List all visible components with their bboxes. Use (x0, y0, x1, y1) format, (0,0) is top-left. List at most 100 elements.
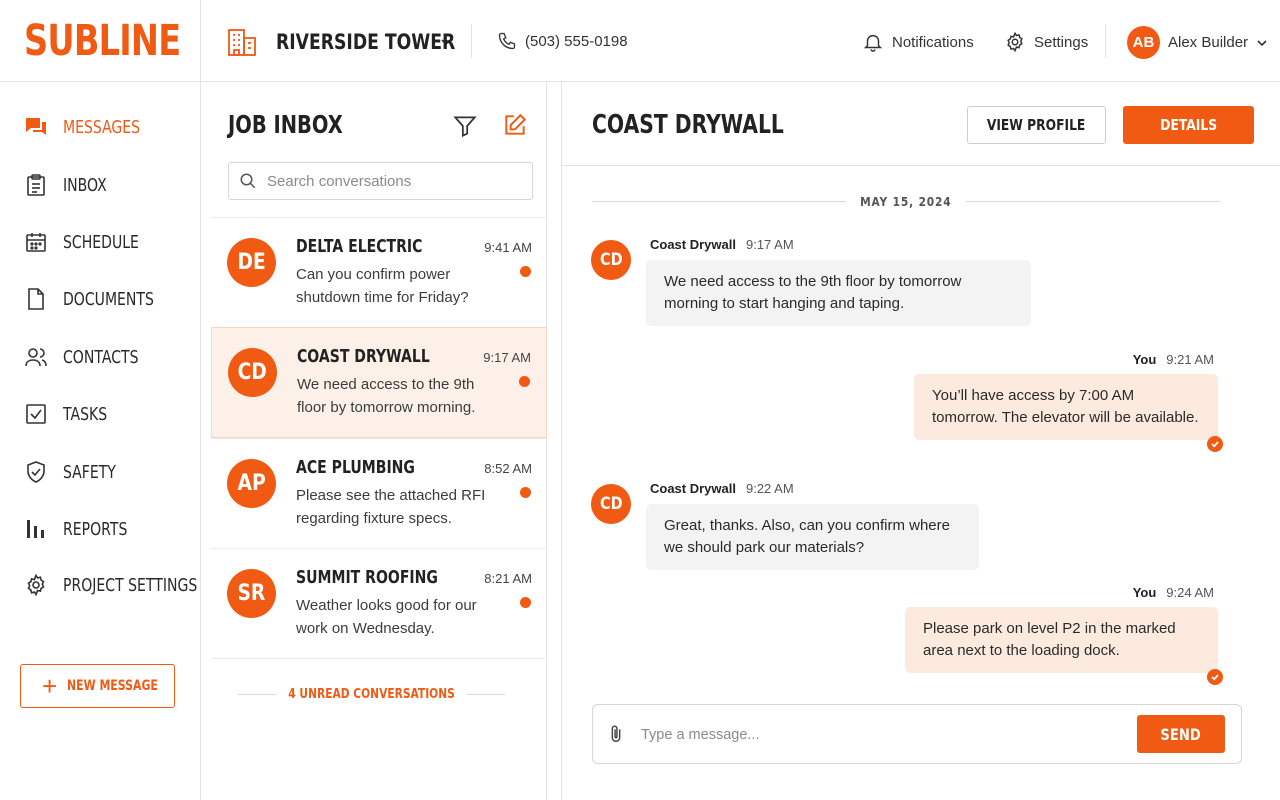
chat-header: COAST DRYWALL VIEW PROFILE DETAILS (562, 82, 1280, 166)
sidebar-item-documents[interactable]: Documents (24, 284, 180, 314)
view-profile-button[interactable]: VIEW PROFILE (967, 106, 1106, 144)
chat-bubbles-icon (26, 118, 46, 135)
conversation-time: 9:17 AM (483, 350, 531, 365)
bell-icon (863, 34, 883, 52)
notifications-button[interactable]: Notifications (862, 31, 974, 53)
unread-dot (520, 487, 531, 498)
unread-dot (520, 266, 531, 277)
sidebar-item-label: Contacts (63, 346, 139, 368)
search-input[interactable] (267, 172, 517, 190)
clipboard-icon (27, 174, 45, 196)
avatar: CD (228, 348, 277, 397)
checkbox-icon (26, 404, 46, 424)
gear-icon (1007, 31, 1023, 53)
message-input[interactable] (641, 723, 1121, 747)
conversation-name: COAST DRYWALL (297, 346, 430, 367)
conversation-item-active[interactable]: CD COAST DRYWALL 9:17 AM We need access … (211, 327, 547, 438)
conversation-preview: Please see the attached RFI regarding fi… (296, 487, 486, 527)
message-meta: Coast Drywall 9:22 AM (650, 481, 794, 496)
sidebar-item-messages[interactable]: Messages (24, 112, 162, 142)
read-check-icon (1207, 436, 1223, 452)
top-bar: SUBLINE RIVERSIDE TOWER (503) 555-0198 N… (0, 0, 1280, 82)
conversation-item[interactable]: AP ACE PLUMBING 8:52 AM Please see the a… (211, 438, 547, 549)
sidebar-item-label: Project Settings (63, 574, 198, 596)
search-icon (240, 173, 256, 189)
unread-dot (519, 376, 530, 387)
user-name: Alex Builder (1168, 34, 1249, 51)
sidebar-item-safety[interactable]: Safety (24, 457, 131, 487)
users-icon (25, 348, 47, 367)
inbox-title: JOB INBOX (228, 110, 343, 139)
unread-dot (520, 597, 531, 608)
message-bubble-outgoing: Please park on level P2 in the marked ar… (905, 607, 1218, 673)
sidebar-item-schedule[interactable]: Schedule (24, 227, 160, 257)
message-composer: SEND (592, 704, 1242, 764)
chat-panel: COAST DRYWALL VIEW PROFILE DETAILS MAY 1… (562, 82, 1280, 800)
sidebar-item-label: Reports (63, 518, 128, 540)
conversation-time: 9:41 AM (484, 240, 532, 255)
sidebar-item-label: Documents (63, 288, 154, 310)
sidebar-item-label: Inbox (63, 174, 107, 196)
sidebar-item-label: Safety (63, 461, 116, 483)
sidebar-item-label: Tasks (63, 403, 108, 425)
search-box (228, 162, 533, 200)
chevron-down-icon (1257, 39, 1267, 46)
conversation-preview: We need access to the 9th floor by tomor… (297, 376, 476, 416)
details-button[interactable]: DETAILS (1123, 106, 1254, 144)
project-name: RIVERSIDE TOWER (276, 30, 456, 54)
read-check-icon (1207, 669, 1223, 685)
plus-icon: + (42, 671, 58, 701)
avatar: AB (1127, 26, 1160, 59)
paperclip-icon[interactable] (605, 723, 627, 745)
send-button[interactable]: SEND (1137, 715, 1225, 753)
message-meta: You 9:21 AM (1132, 352, 1214, 367)
sidebar-item-reports[interactable]: Reports (24, 514, 146, 544)
shield-check-icon (27, 461, 45, 483)
sidebar: Messages Inbox Schedule Documents Contac… (0, 82, 201, 800)
compose-icon[interactable] (502, 112, 528, 138)
sidebar-item-label: Messages (63, 116, 141, 138)
divider (471, 24, 472, 58)
conversation-time: 8:21 AM (484, 571, 532, 586)
avatar: CD (591, 484, 631, 524)
bar-chart-icon (27, 520, 44, 538)
message-meta: You 9:24 AM (1132, 585, 1214, 600)
message-bubble-outgoing: You’ll have access by 7:00 AM tomorrow. … (914, 374, 1218, 440)
sidebar-item-tasks[interactable]: Tasks (24, 399, 120, 429)
conversation-name: ACE PLUMBING (296, 457, 415, 478)
unread-count-label: 4 UNREAD CONVERSATIONS (288, 686, 455, 702)
brand-logo[interactable]: SUBLINE (24, 16, 181, 66)
divider-line (238, 693, 276, 695)
conversation-name: DELTA ELECTRIC (296, 236, 423, 257)
conversation-item[interactable]: DE DELTA ELECTRIC 9:41 AM Can you confir… (211, 217, 547, 328)
project-selector[interactable]: RIVERSIDE TOWER (226, 26, 456, 58)
notifications-label: Notifications (892, 33, 974, 51)
avatar: AP (227, 459, 276, 508)
conversation-time: 8:52 AM (484, 461, 532, 476)
conversation-item[interactable]: SR SUMMIT ROOFING 8:21 AM Weather looks … (211, 548, 547, 659)
avatar: SR (227, 569, 276, 618)
conversation-preview: Can you confirm power shutdown time for … (296, 266, 469, 306)
sidebar-item-inbox[interactable]: Inbox (24, 170, 119, 200)
message-bubble-incoming: We need access to the 9th floor by tomor… (646, 260, 1031, 326)
project-phone[interactable]: (503) 555-0198 (497, 31, 628, 51)
date-divider: MAY 15, 2024 (592, 192, 1221, 210)
settings-label: Settings (1034, 33, 1089, 51)
message-meta: Coast Drywall 9:17 AM (650, 237, 794, 252)
phone-number: (503) 555-0198 (525, 32, 628, 50)
new-message-label: NEW MESSAGE (67, 678, 159, 694)
divider-line (965, 200, 1221, 202)
job-inbox-panel: JOB INBOX DE DELTA ELECTRIC 9:41 AM Can … (201, 82, 562, 800)
filter-icon[interactable] (452, 113, 478, 139)
user-menu[interactable]: AB Alex Builder (1127, 26, 1268, 59)
sidebar-item-contacts[interactable]: Contacts (24, 342, 160, 372)
conversation-name: SUMMIT ROOFING (296, 567, 438, 588)
date-label: MAY 15, 2024 (860, 193, 952, 209)
message-bubble-incoming: Great, thanks. Also, can you confirm whe… (646, 504, 979, 570)
unread-summary: 4 UNREAD CONVERSATIONS (238, 684, 505, 704)
settings-button[interactable]: Settings (1004, 31, 1088, 53)
document-icon (28, 288, 44, 310)
divider-line (467, 693, 505, 695)
sidebar-item-label: Schedule (63, 231, 139, 253)
new-message-button[interactable]: + NEW MESSAGE (20, 664, 175, 708)
